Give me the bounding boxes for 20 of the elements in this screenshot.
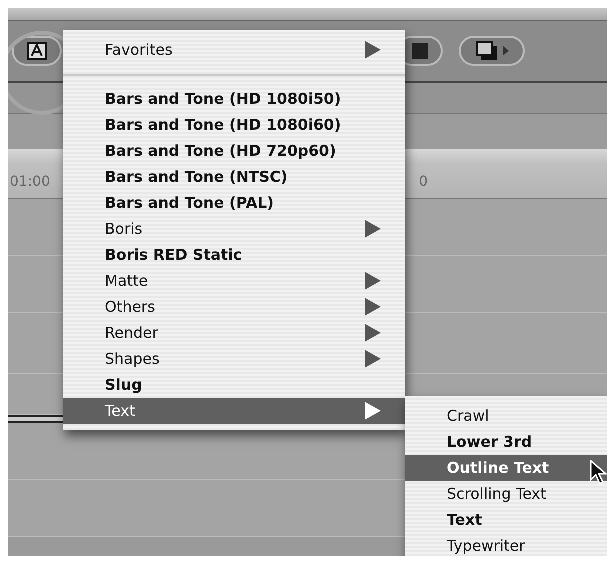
- menu-item[interactable]: Text: [63, 398, 405, 424]
- menu-item[interactable]: Matte: [63, 268, 405, 294]
- menu-item[interactable]: Boris: [63, 216, 405, 242]
- menu-item[interactable]: Bars and Tone (HD 720p60): [63, 138, 405, 164]
- menu-item[interactable]: Shapes: [63, 346, 405, 372]
- menu-item[interactable]: Crawl: [405, 403, 607, 429]
- menu-item[interactable]: Render: [63, 320, 405, 346]
- menu-item[interactable]: Outline Text: [405, 455, 607, 481]
- menu-item[interactable]: Boris RED Static: [63, 242, 405, 268]
- menu-item[interactable]: Lower 3rd: [405, 429, 607, 455]
- menu-item[interactable]: Bars and Tone (HD 1080i60): [63, 112, 405, 138]
- timecode: 01:00: [10, 174, 50, 190]
- menu-item[interactable]: Bars and Tone (NTSC): [63, 164, 405, 190]
- menu-item[interactable]: Text: [405, 507, 607, 533]
- menu-item[interactable]: Scrolling Text: [405, 481, 607, 507]
- menu-item[interactable]: Others: [63, 294, 405, 320]
- menu-item[interactable]: Slug: [63, 372, 405, 398]
- menu-item[interactable]: Bars and Tone (PAL): [63, 190, 405, 216]
- menu-item[interactable]: Typewriter: [405, 533, 607, 556]
- timecode: 0: [419, 174, 428, 190]
